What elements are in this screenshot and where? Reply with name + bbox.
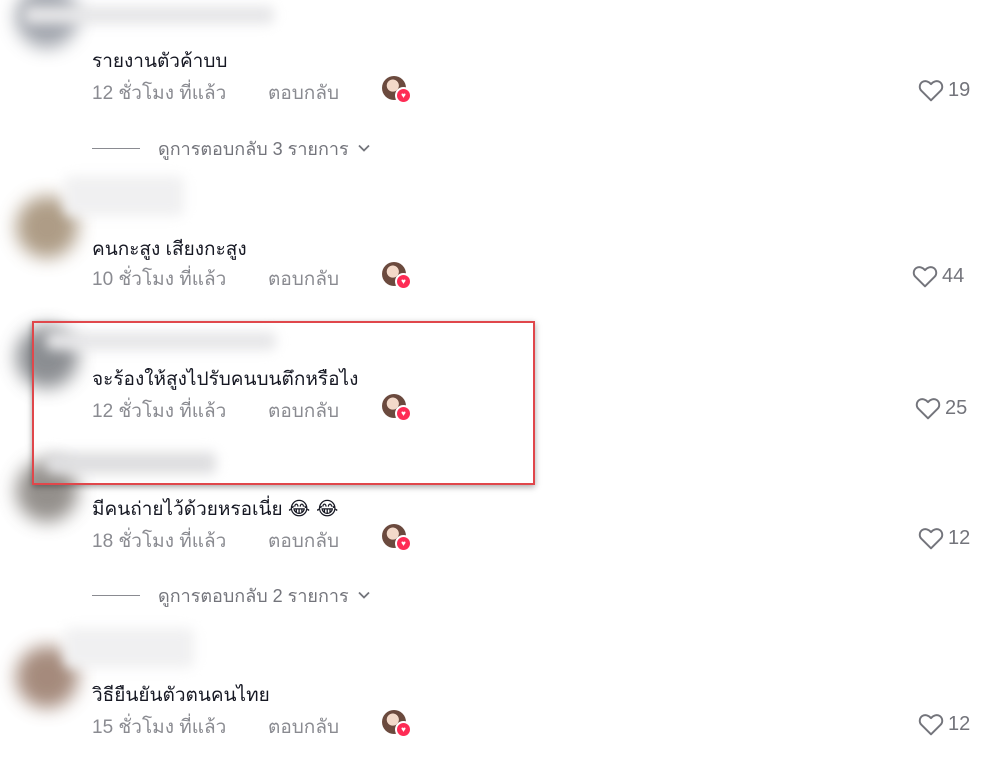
chevron-down-icon [358, 144, 370, 152]
comment-time: 18 ชั่วโมง ที่แล้ว [92, 531, 227, 552]
heart-outline-icon [915, 398, 941, 420]
reply-button[interactable]: ตอบกลับ [268, 526, 339, 556]
creator-liked-icon: ♥ [382, 262, 412, 290]
chevron-down-icon [358, 591, 370, 599]
reply-button[interactable]: ตอบกลับ [268, 264, 339, 294]
creator-liked-icon: ♥ [382, 524, 412, 552]
comment-time: 12 ชั่วโมง ที่แล้ว [92, 83, 227, 104]
divider-line [92, 147, 140, 149]
username-blurred[interactable] [64, 628, 194, 668]
like-button[interactable]: 44 [912, 262, 964, 290]
heart-outline-icon [912, 266, 938, 288]
view-replies-button[interactable]: ดูการตอบกลับ 3 รายการ [92, 136, 371, 160]
laughing-emoji-icon: 😂 😂 [287, 498, 339, 520]
reply-button[interactable]: ตอบกลับ [268, 78, 339, 108]
view-replies-label: ดูการตอบกลับ 3 รายการ [158, 138, 349, 159]
like-count: 25 [945, 396, 968, 419]
username-blurred[interactable] [64, 176, 184, 216]
like-button[interactable]: 12 [918, 524, 970, 552]
heart-badge-icon: ♥ [395, 721, 412, 738]
heart-badge-icon: ♥ [395, 535, 412, 552]
comment-time: 15 ชั่วโมง ที่แล้ว [92, 717, 227, 738]
comment-text: รายงานตัวค้าบบ [92, 51, 228, 72]
reply-button[interactable]: ตอบกลับ [268, 712, 339, 742]
like-button[interactable]: 25 [915, 394, 967, 422]
comment-text: มีคนถ่ายไว้ด้วยหรอเนี่ย 😂 😂 [92, 494, 338, 524]
view-replies-label: ดูการตอบกลับ 2 รายการ [158, 585, 349, 606]
comment-meta: 12 ชั่วโมง ที่แล้ว ตอบกลับ ♥ 19 [92, 76, 972, 104]
heart-outline-icon [918, 528, 944, 550]
like-count: 19 [948, 78, 971, 101]
comment-meta: 15 ชั่วโมง ที่แล้ว ตอบกลับ ♥ 12 [92, 710, 972, 738]
username-blurred[interactable] [24, 6, 274, 24]
heart-outline-icon [918, 80, 944, 102]
like-count: 12 [948, 712, 971, 735]
like-count: 12 [948, 526, 971, 549]
view-replies-button[interactable]: ดูการตอบกลับ 2 รายการ [92, 583, 371, 607]
highlight-annotation-box [32, 321, 535, 485]
divider-line [92, 594, 140, 596]
comment-meta: 10 ชั่วโมง ที่แล้ว ตอบกลับ ♥ 44 [92, 262, 972, 290]
comment-meta: 18 ชั่วโมง ที่แล้ว ตอบกลับ ♥ 12 [92, 524, 972, 552]
like-button[interactable]: 12 [918, 710, 970, 738]
heart-outline-icon [918, 714, 944, 736]
like-button[interactable]: 19 [918, 76, 970, 104]
comment-text: คนกะสูง เสียงกะสูง [92, 239, 247, 260]
creator-liked-icon: ♥ [382, 76, 412, 104]
comment-text: วิธียืนยันตัวตนคนไทย [92, 685, 270, 706]
comment-text-body: มีคนถ่ายไว้ด้วยหรอเนี่ย [92, 499, 283, 520]
heart-badge-icon: ♥ [395, 87, 412, 104]
heart-badge-icon: ♥ [395, 273, 412, 290]
like-count: 44 [942, 264, 965, 287]
comment-time: 10 ชั่วโมง ที่แล้ว [92, 269, 227, 290]
creator-liked-icon: ♥ [382, 710, 412, 738]
